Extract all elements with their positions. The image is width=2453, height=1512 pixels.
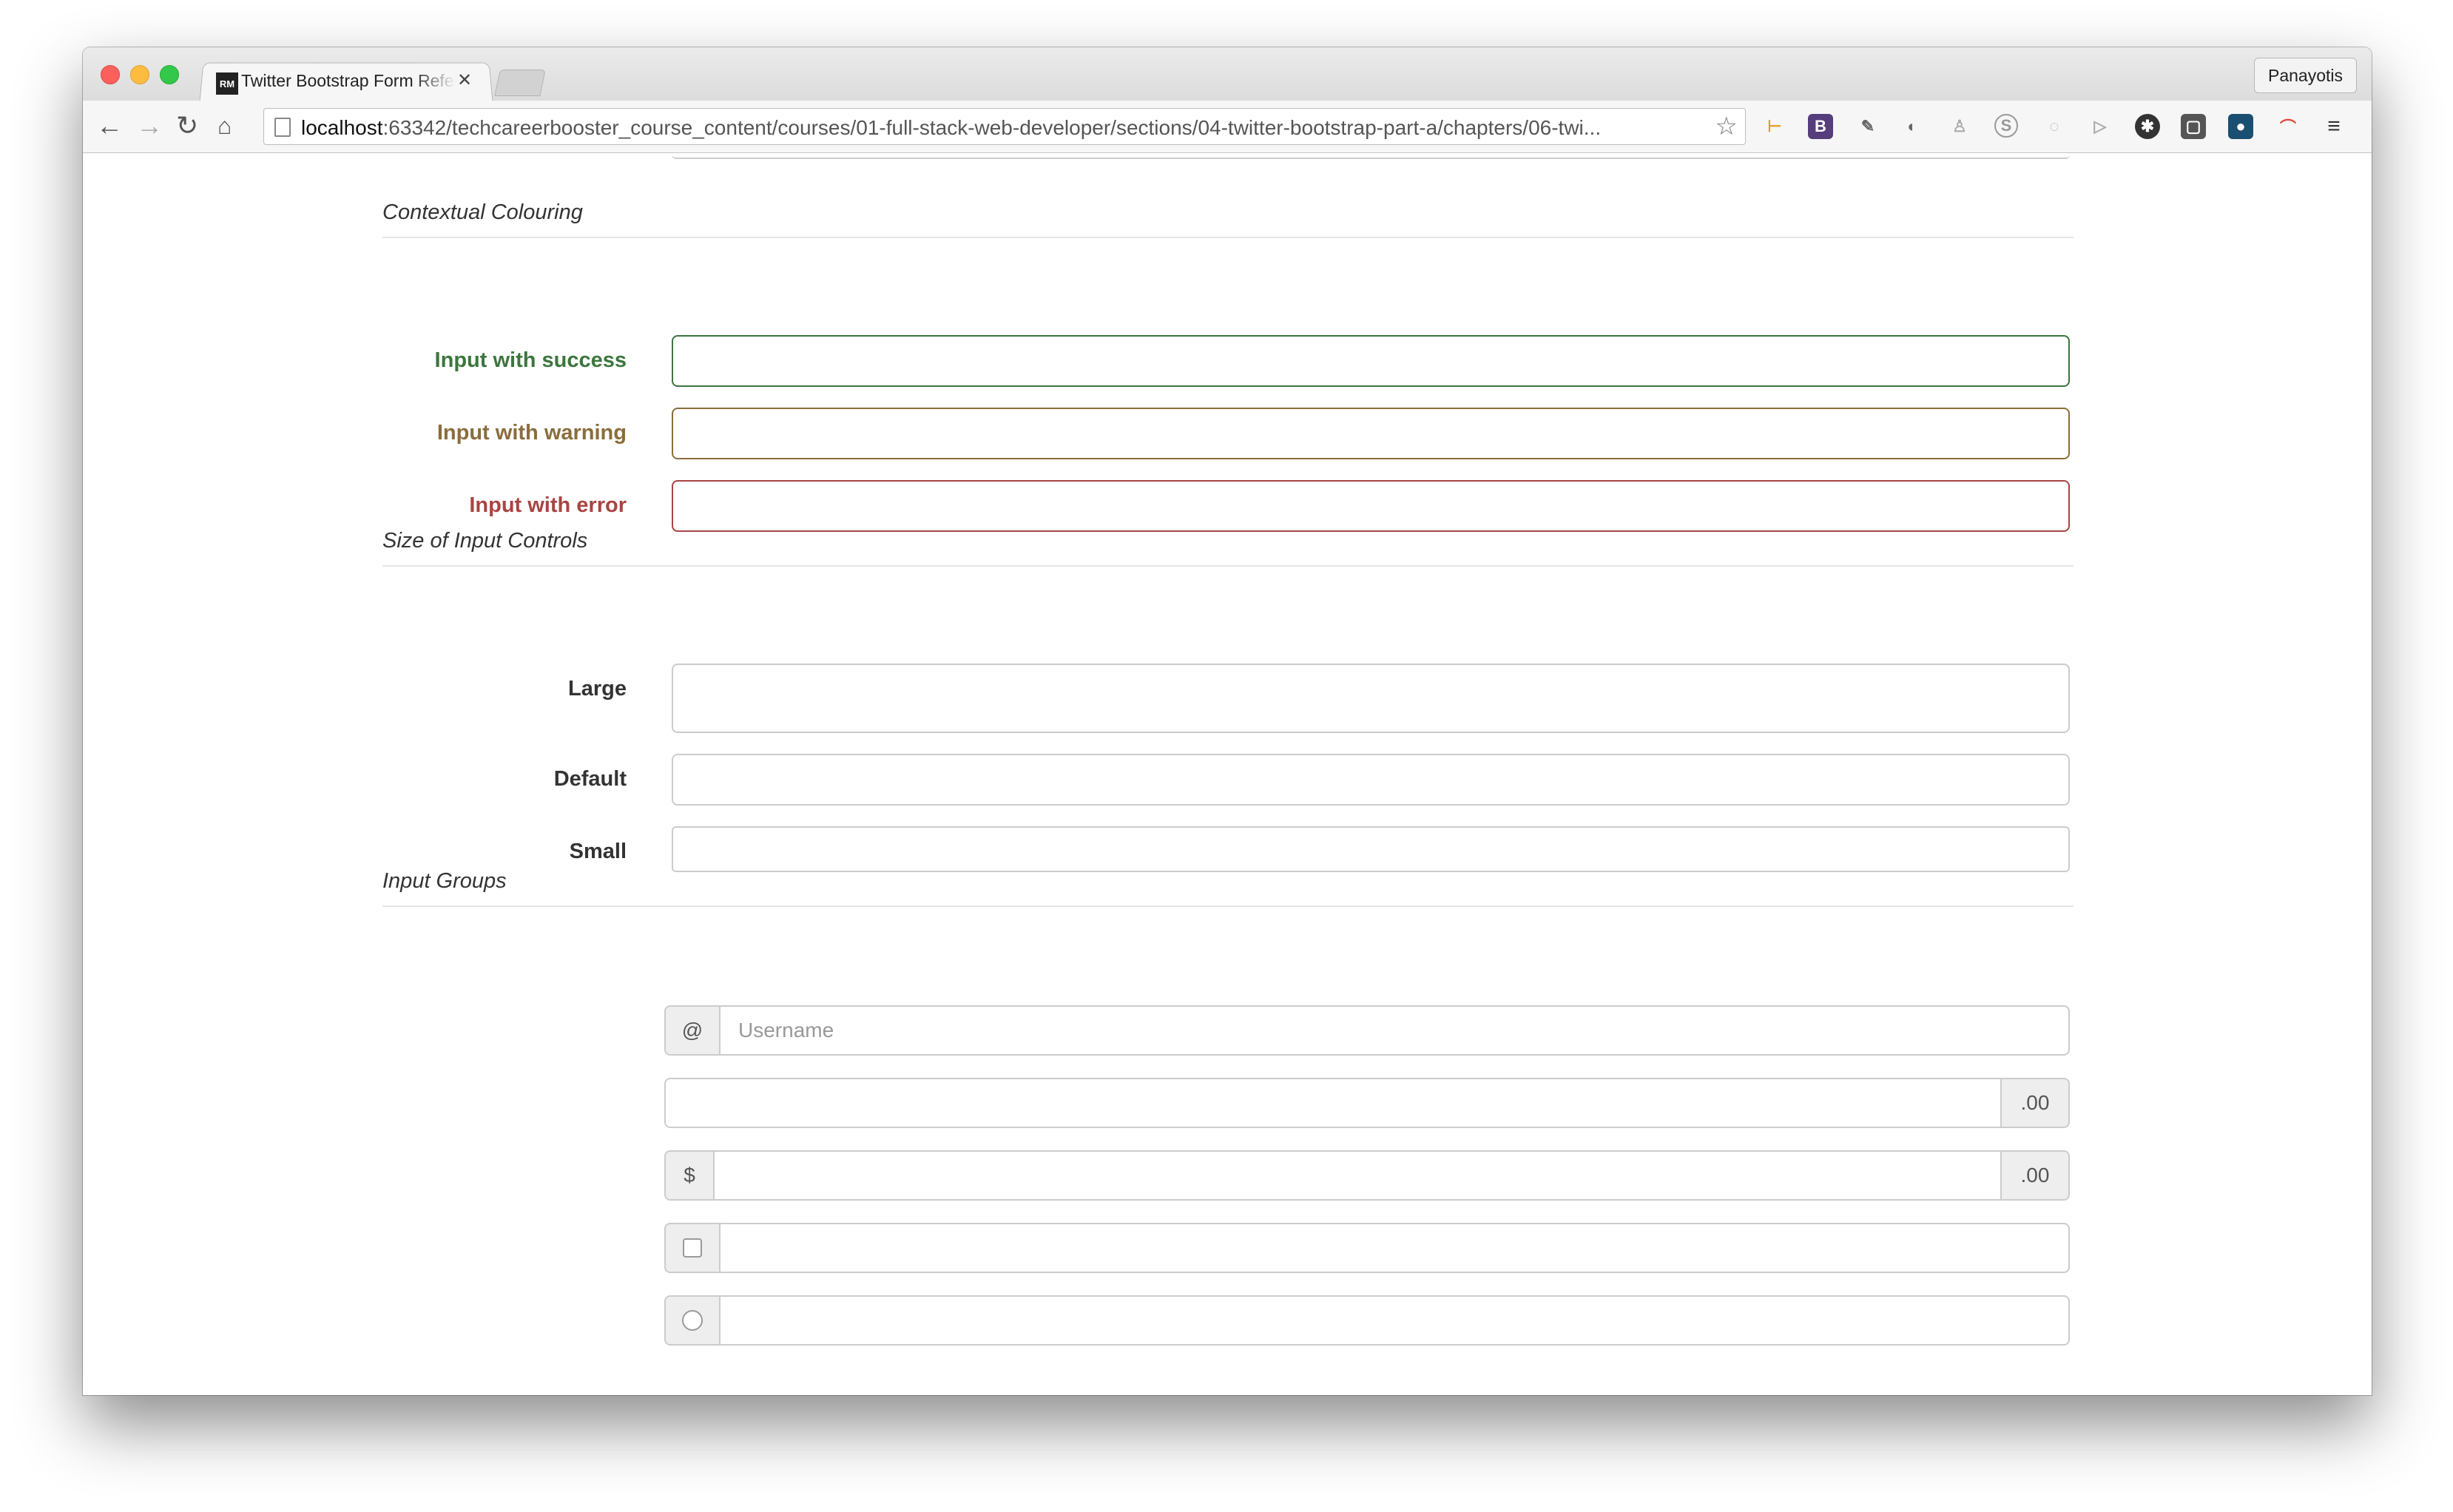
evernote-extension-icon[interactable]: ◐ — [1900, 114, 1925, 139]
title-bar: RM Twitter Bootstrap Form Reference ✕ Pa… — [83, 47, 2372, 102]
radio-button[interactable] — [682, 1310, 703, 1331]
browser-window: RM Twitter Bootstrap Form Reference ✕ Pa… — [83, 47, 2372, 1395]
cents-addon-2: .00 — [2002, 1150, 2070, 1201]
partial-input — [672, 153, 2070, 159]
maximize-window-icon[interactable] — [160, 65, 179, 84]
profile-button[interactable]: Panayotis — [2253, 58, 2357, 93]
screenshot-extension-icon[interactable]: ▢ — [2181, 114, 2206, 139]
input-group-username: @ Username — [664, 1005, 2070, 1056]
input-small[interactable] — [672, 826, 2070, 872]
label-default: Default — [553, 767, 627, 791]
input-large[interactable] — [672, 664, 2070, 733]
dollar-amount-input[interactable] — [713, 1150, 2002, 1201]
bookmarks-extension-icon[interactable]: ⊢ — [1762, 114, 1787, 139]
tab-favicon-icon: RM — [216, 72, 238, 95]
menu-icon[interactable]: ≡ — [2321, 114, 2346, 139]
refresh-extension-icon[interactable]: ◌ — [2042, 114, 2067, 139]
input-group-checkbox — [664, 1223, 2070, 1273]
minimize-window-icon[interactable] — [130, 65, 149, 84]
legend-contextual: Contextual Colouring — [382, 200, 2074, 238]
checkbox-text-input[interactable] — [719, 1223, 2070, 1273]
input-warning[interactable] — [672, 408, 2070, 459]
page-content: Contextual Colouring Input with success … — [83, 153, 2372, 1395]
label-success: Input with success — [434, 348, 627, 372]
tab-title[interactable]: Twitter Bootstrap Form Reference — [241, 71, 456, 93]
label-warning: Input with warning — [436, 421, 627, 445]
input-group-radio — [664, 1295, 2070, 1346]
input-group-dollar: $ .00 — [664, 1150, 2070, 1201]
new-tab-button[interactable] — [494, 70, 546, 96]
home-icon[interactable]: ⌂ — [217, 109, 232, 142]
label-error: Input with error — [469, 493, 627, 517]
radio-addon — [664, 1295, 719, 1346]
skype-extension-icon[interactable]: S — [1994, 114, 2018, 138]
radio-text-input[interactable] — [719, 1295, 2070, 1346]
label-large: Large — [568, 677, 627, 701]
input-success[interactable] — [672, 335, 2070, 387]
amount-input[interactable] — [664, 1078, 2002, 1128]
input-default[interactable] — [672, 754, 2070, 806]
bootstrap-extension-icon[interactable]: B — [1808, 114, 1833, 139]
legend-groups: Input Groups — [382, 869, 2074, 907]
username-input[interactable]: Username — [719, 1005, 2070, 1056]
bookmark-star-icon[interactable]: ☆ — [1715, 112, 1738, 141]
settings-extension-icon[interactable]: ✱ — [2135, 114, 2160, 139]
forward-arrow-icon[interactable]: → — [136, 109, 163, 142]
markdown-extension-icon[interactable]: ▷ — [2088, 114, 2113, 139]
checkbox[interactable] — [683, 1238, 702, 1258]
checkbox-addon — [664, 1223, 719, 1273]
input-group-cents: .00 — [664, 1078, 2070, 1128]
page-icon — [274, 118, 291, 137]
tab-close-icon[interactable]: ✕ — [457, 70, 472, 91]
input-error[interactable] — [672, 480, 2070, 532]
rainbow-extension-icon[interactable]: ⌒ — [2275, 114, 2301, 139]
legend-sizes: Size of Input Controls — [382, 529, 2074, 567]
browser-toolbar: ← → ↻ ⌂ localhost:63342/techcareerbooste… — [83, 101, 2372, 153]
reload-icon[interactable]: ↻ — [176, 109, 198, 142]
cents-addon: .00 — [2002, 1078, 2070, 1128]
at-addon: @ — [664, 1005, 719, 1056]
location-extension-icon[interactable]: ● — [2228, 114, 2253, 139]
label-small: Small — [569, 840, 627, 863]
close-window-icon[interactable] — [101, 65, 120, 84]
url-text[interactable]: localhost:63342/techcareerbooster_course… — [301, 116, 1699, 140]
dollar-addon: $ — [664, 1150, 713, 1201]
address-bar[interactable]: localhost:63342/techcareerbooster_course… — [263, 108, 1746, 145]
sitemap-extension-icon[interactable]: ♙ — [1947, 114, 1972, 139]
tools-extension-icon[interactable]: ✎ — [1855, 114, 1880, 139]
back-arrow-icon[interactable]: ← — [96, 109, 123, 142]
